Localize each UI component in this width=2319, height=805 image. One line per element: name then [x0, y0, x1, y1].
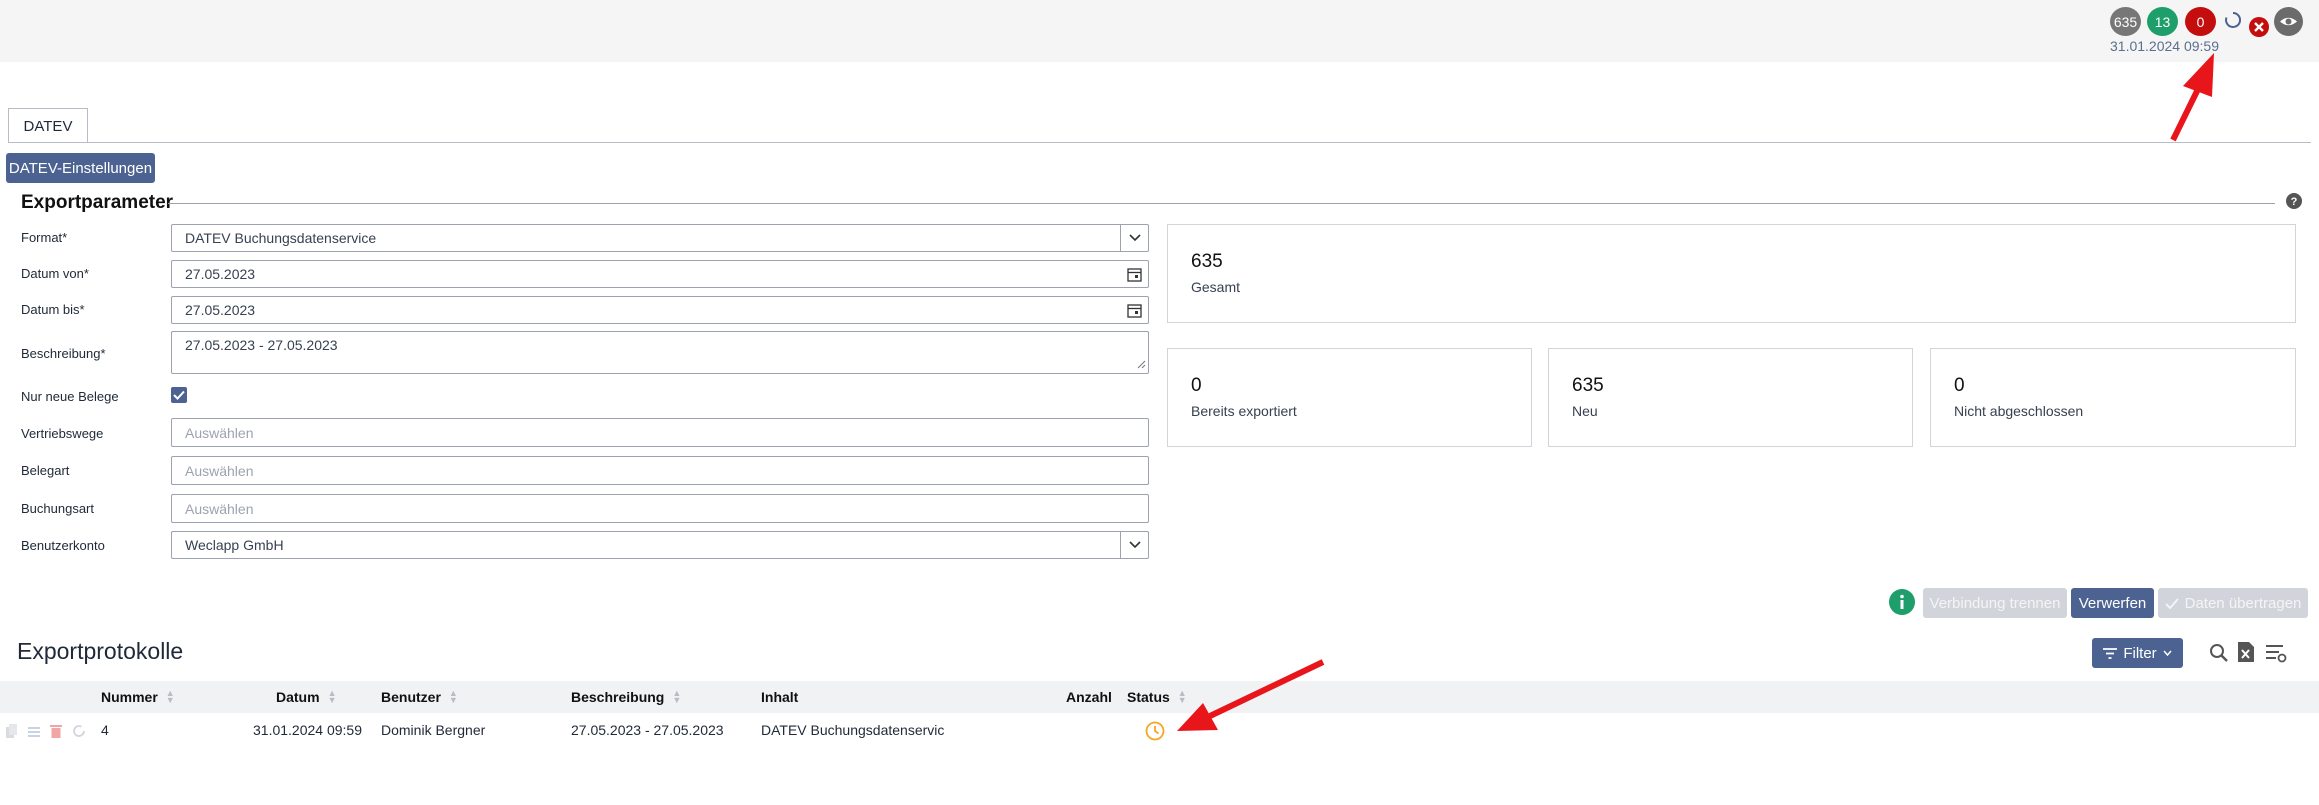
- arrow-annotation-top: [2170, 53, 2214, 142]
- annotation-arrows: [1177, 53, 2214, 731]
- arrow-annotation-status: [1177, 659, 1325, 731]
